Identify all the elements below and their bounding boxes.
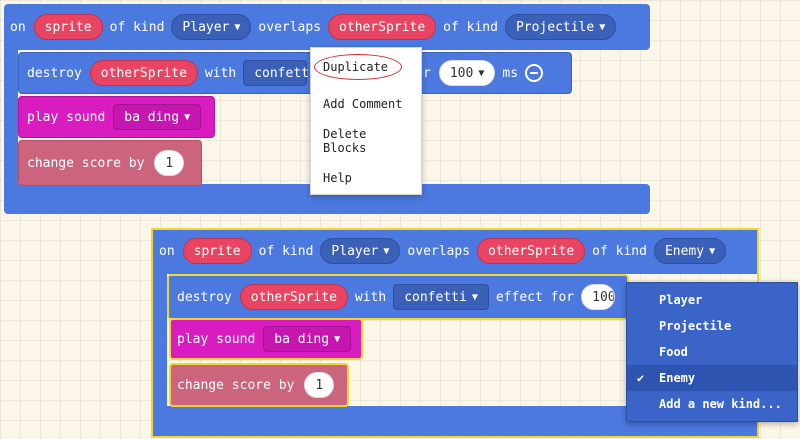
sound-dropdown[interactable]: ba ding ▼ — [263, 326, 352, 352]
caret-down-icon: ▼ — [234, 21, 241, 33]
kind-option-add-new[interactable]: Add a new kind... — [627, 391, 797, 417]
event-header-row: on sprite of kind Player ▼ overlaps other… — [10, 14, 617, 40]
kind-option-label: Enemy — [659, 371, 696, 385]
of-kind-label-2: of kind — [592, 243, 647, 259]
menu-item-duplicate[interactable]: Duplicate — [311, 48, 421, 85]
kind-value: Player — [331, 243, 379, 259]
event-header-row: on sprite of kind Player ▼ overlaps other… — [159, 238, 727, 264]
kind-dropdown-projectile[interactable]: Projectile ▼ — [504, 14, 617, 40]
caret-down-icon: ▼ — [709, 245, 716, 257]
menu-item-delete-blocks[interactable]: Delete Blocks — [311, 122, 421, 159]
overlaps-label: overlaps — [407, 243, 471, 259]
of-kind-label-2: of kind — [443, 19, 498, 35]
sound-value: ba ding — [124, 109, 180, 125]
caret-down-icon: ▼ — [471, 291, 478, 303]
event-block-arm — [153, 270, 167, 420]
score-input[interactable]: 1 — [304, 372, 335, 398]
caret-down-icon: ▼ — [478, 67, 485, 79]
destroy-label: destroy — [177, 289, 232, 305]
effect-value: confetti — [404, 289, 467, 305]
kind-option-enemy[interactable]: ✔ Enemy — [627, 365, 797, 391]
overlaps-label: overlaps — [258, 19, 322, 35]
caret-down-icon: ▼ — [184, 111, 191, 123]
kind-dropdown-enemy[interactable]: Enemy ▼ — [653, 238, 727, 264]
change-score-statement[interactable]: change score by 1 — [18, 140, 202, 186]
duration-input[interactable]: 100 — [581, 284, 616, 310]
change-score-statement[interactable]: change score by 1 — [169, 363, 349, 407]
caret-down-icon: ▼ — [383, 245, 390, 257]
play-sound-label: play sound — [27, 109, 106, 125]
sprite-variable[interactable]: sprite — [33, 14, 103, 40]
kind-dropdown-player[interactable]: Player ▼ — [320, 238, 401, 264]
of-kind-label: of kind — [109, 19, 165, 35]
on-label: on — [159, 243, 175, 259]
effect-dropdown[interactable]: confetti ▼ — [393, 284, 489, 310]
kind-option-player[interactable]: Player — [627, 287, 797, 313]
on-label: on — [10, 19, 26, 35]
caret-down-icon: ▼ — [334, 333, 341, 345]
duration-value: 100 — [449, 65, 474, 81]
minus-circle-icon[interactable] — [525, 64, 544, 82]
kind-value: Player — [182, 19, 230, 35]
menu-item-add-comment[interactable]: Add Comment — [311, 85, 421, 122]
sound-value: ba ding — [274, 331, 330, 347]
other-sprite-variable[interactable]: otherSprite — [328, 14, 437, 40]
destroy-target-variable[interactable]: otherSprite — [239, 284, 348, 310]
kind-option-food[interactable]: Food — [627, 339, 797, 365]
duration-input[interactable]: 100 ▼ — [438, 60, 496, 86]
change-score-label: change score by — [177, 377, 295, 393]
play-sound-label: play sound — [177, 331, 256, 347]
with-label: with — [204, 65, 237, 81]
play-sound-statement[interactable]: play sound ba ding ▼ — [169, 318, 363, 360]
sound-dropdown[interactable]: ba ding ▼ — [113, 104, 202, 130]
caret-down-icon: ▼ — [599, 21, 606, 33]
with-label: with — [354, 289, 387, 305]
effect-dropdown[interactable]: confett — [243, 60, 309, 86]
destroy-target-variable[interactable]: otherSprite — [89, 60, 198, 86]
context-menu: Duplicate Add Comment Delete Blocks Help — [310, 47, 422, 195]
of-kind-label: of kind — [258, 243, 314, 259]
kind-value: Projectile — [515, 19, 595, 35]
sprite-variable[interactable]: sprite — [182, 238, 252, 264]
event-block-arm — [4, 44, 18, 194]
destroy-statement[interactable]: destroy otherSprite with confetti ▼ effec… — [167, 274, 629, 320]
check-icon: ✔ — [637, 371, 645, 385]
highlight-ellipse — [314, 54, 402, 80]
destroy-label: destroy — [27, 65, 82, 81]
kind-option-projectile[interactable]: Projectile — [627, 313, 797, 339]
effect-for-label: effect for — [495, 289, 575, 305]
play-sound-statement[interactable]: play sound ba ding ▼ — [18, 96, 215, 138]
kind-value: Enemy — [664, 243, 705, 259]
other-sprite-variable[interactable]: otherSprite — [477, 238, 586, 264]
kind-dropdown-player[interactable]: Player ▼ — [171, 14, 252, 40]
menu-item-help[interactable]: Help — [311, 159, 421, 196]
ms-label: ms — [502, 65, 519, 81]
kind-dropdown-menu: Player Projectile Food ✔ Enemy Add a new… — [626, 282, 798, 422]
score-input[interactable]: 1 — [154, 150, 185, 176]
change-score-label: change score by — [27, 155, 145, 171]
destroy-statement[interactable]: destroy otherSprite with confett or 100 ▼… — [18, 52, 572, 94]
